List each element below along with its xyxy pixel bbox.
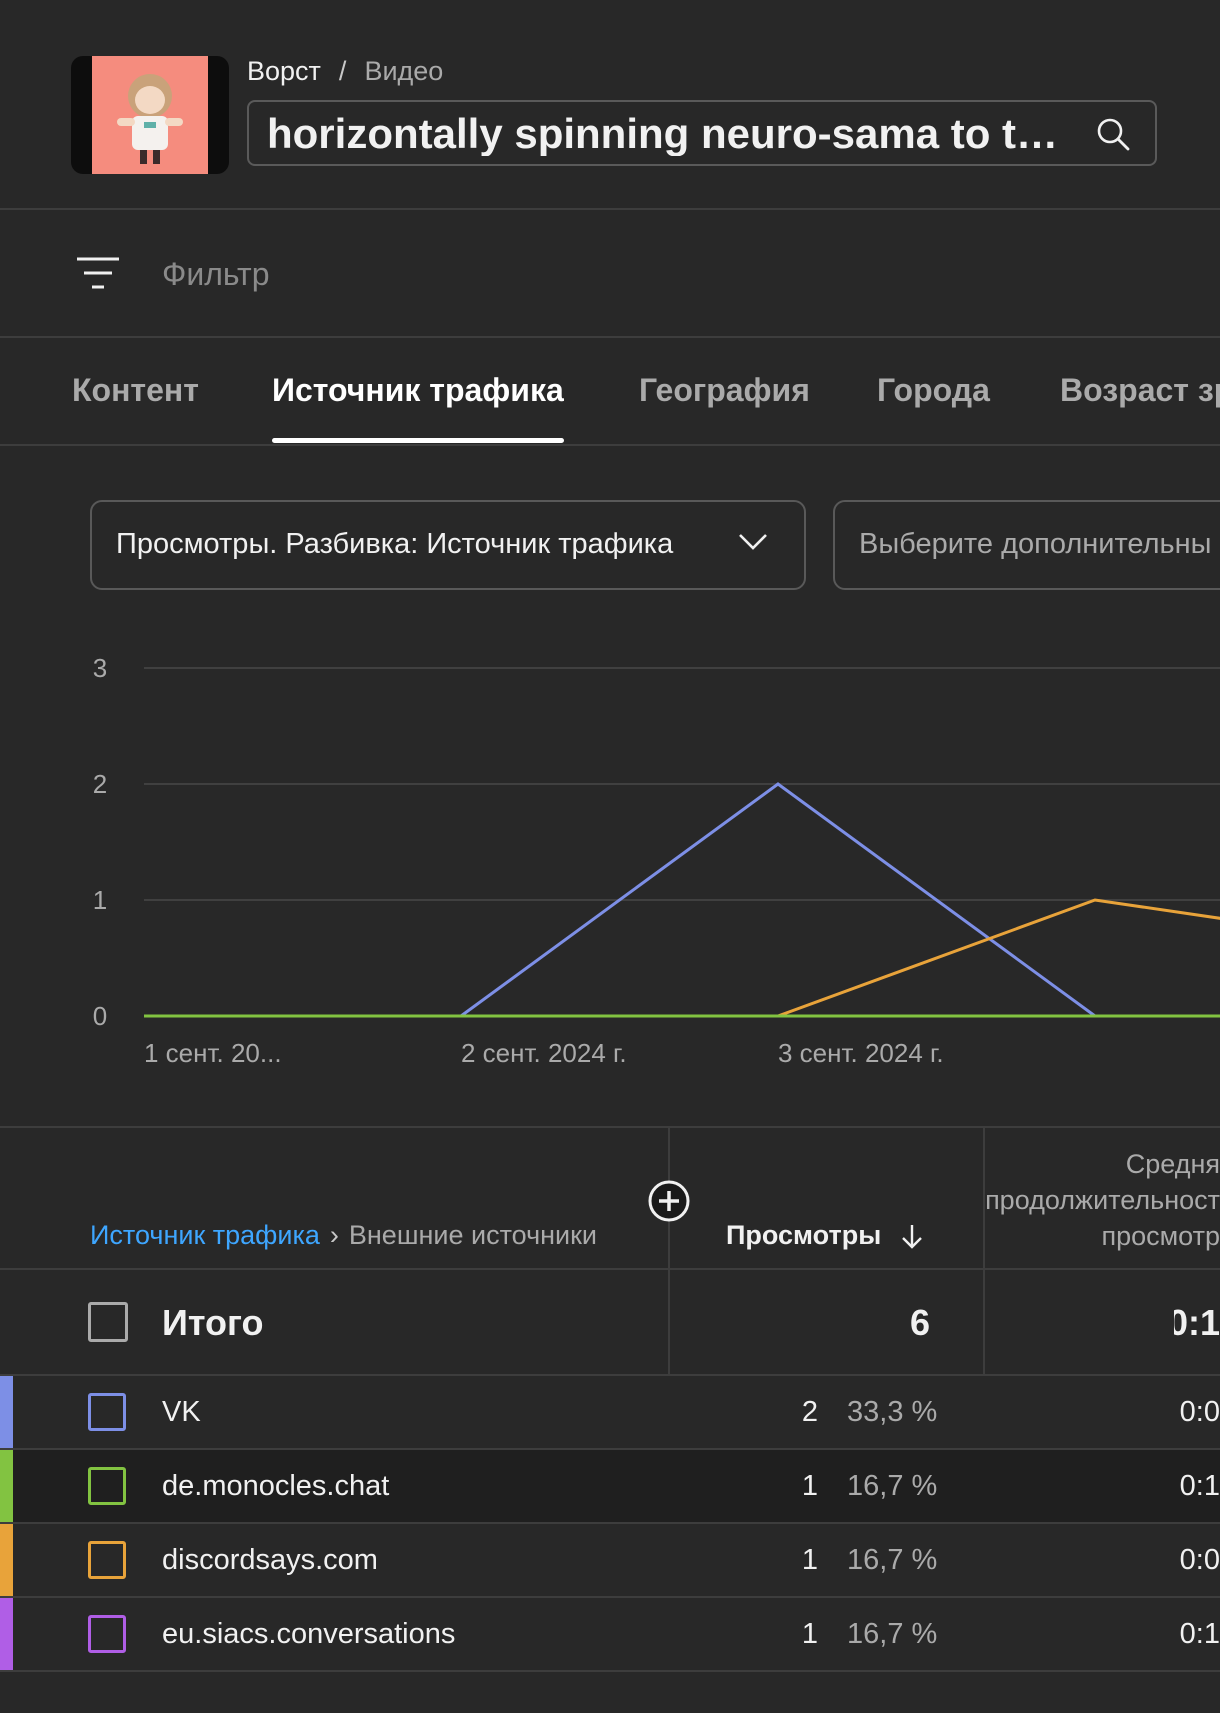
row-checkbox[interactable] xyxy=(88,1615,126,1653)
row-avg-duration: 0:0 xyxy=(1180,1544,1220,1576)
traffic-chart: 0 1 2 3 1 сент. 20... 2 сент. 2024 г. 3 сент. … xyxy=(93,653,1220,1068)
row-source-name: de.monocles.chat xyxy=(162,1470,390,1502)
header-divider xyxy=(0,208,1220,210)
thumbnail-art xyxy=(92,56,208,174)
tab-traffic-source[interactable]: Источник трафика xyxy=(272,372,564,409)
metric-dropdown[interactable]: Просмотры. Разбивка: Источник трафика xyxy=(90,500,806,590)
row-views: 1 xyxy=(801,1470,818,1502)
row-checkbox[interactable] xyxy=(88,1541,126,1579)
total-checkbox[interactable] xyxy=(88,1302,128,1342)
y-tick-label: 2 xyxy=(93,769,107,799)
breadcrumb-current: Видео xyxy=(364,56,444,86)
filter-icon[interactable] xyxy=(76,256,120,290)
header-row-divider xyxy=(0,1268,1220,1270)
row-source-name: VK xyxy=(162,1396,201,1428)
extra-metric-dropdown[interactable]: Выберите дополнительны xyxy=(833,500,1220,590)
views-column-header[interactable]: Просмотры xyxy=(726,1220,881,1251)
x-tick-label: 3 сент. 2024 г. xyxy=(778,1038,944,1068)
avg-header-line2: продолжительност xyxy=(985,1185,1220,1215)
row-checkbox[interactable] xyxy=(88,1467,126,1505)
row-views: 1 xyxy=(801,1618,818,1650)
table-row[interactable]: discordsays.com 1 16,7 % 0:0 xyxy=(0,1524,1220,1596)
series-color-stripe xyxy=(0,1376,13,1448)
x-tick-label: 2 сент. 2024 г. xyxy=(461,1038,627,1068)
total-avg-duration: 0:1 xyxy=(1174,1302,1220,1343)
series-line-1 xyxy=(144,898,1220,1018)
row-checkbox[interactable] xyxy=(88,1393,126,1431)
active-tab-indicator xyxy=(272,438,564,443)
video-title: horizontally spinning neuro-sama to th..… xyxy=(267,112,1067,156)
row-avg-duration: 0:1 xyxy=(1180,1618,1220,1650)
series-color-stripe xyxy=(0,1524,13,1596)
total-views: 6 xyxy=(909,1302,930,1343)
table-row[interactable]: de.monocles.chat 1 16,7 % 0:1 xyxy=(0,1450,1220,1522)
row-views: 2 xyxy=(801,1396,818,1428)
chevron-down-icon xyxy=(739,534,767,550)
row-avg-duration: 0:0 xyxy=(1180,1396,1220,1428)
tab-age[interactable]: Возраст зр xyxy=(1060,372,1220,409)
series-color-stripe xyxy=(0,1598,13,1670)
row-source-name: eu.siacs.conversations xyxy=(162,1618,456,1650)
row-views: 1 xyxy=(801,1544,818,1576)
table-row[interactable]: VK 2 33,3 % 0:0 xyxy=(0,1376,1220,1448)
table-top-divider xyxy=(0,1126,1220,1128)
table-crumb-current: Внешние источники xyxy=(348,1220,598,1250)
tab-geography[interactable]: География xyxy=(639,372,810,409)
sort-down-icon[interactable] xyxy=(898,1222,926,1250)
row-avg-duration: 0:1 xyxy=(1180,1470,1220,1502)
tab-content[interactable]: Контент xyxy=(72,372,199,409)
filter-input[interactable]: Фильтр xyxy=(162,256,270,293)
add-column-icon[interactable] xyxy=(648,1180,690,1222)
x-tick-label: 1 сент. 20... xyxy=(144,1038,282,1068)
tabs-divider xyxy=(0,444,1220,446)
row-percent: 16,7 % xyxy=(847,1618,938,1650)
series-color-stripe xyxy=(0,1450,13,1522)
y-tick-label: 1 xyxy=(93,885,107,915)
tab-cities[interactable]: Города xyxy=(877,372,990,409)
breadcrumb-channel[interactable]: Ворст xyxy=(247,56,321,86)
extra-metric-placeholder: Выберите дополнительны xyxy=(859,528,1212,560)
avg-duration-column-header[interactable]: Средня продолжительност просмотр xyxy=(982,1146,1220,1254)
avg-header-line3: просмотр xyxy=(1101,1221,1220,1251)
avg-header-line1: Средня xyxy=(1125,1149,1220,1179)
table-row[interactable]: eu.siacs.conversations 1 16,7 % 0:1 xyxy=(0,1598,1220,1670)
filter-divider xyxy=(0,336,1220,338)
y-tick-label: 0 xyxy=(93,1001,107,1031)
table-crumb-link[interactable]: Источник трафика xyxy=(90,1220,320,1250)
total-label: Итого xyxy=(162,1302,264,1343)
row-source-name: discordsays.com xyxy=(162,1544,378,1576)
table-breadcrumb: Источник трафика › Внешние источники xyxy=(90,1220,597,1251)
chevron-right-icon: › xyxy=(329,1220,339,1250)
search-icon[interactable] xyxy=(1095,116,1131,152)
video-selector[interactable]: horizontally spinning neuro-sama to th..… xyxy=(247,100,1157,166)
breadcrumb-separator: / xyxy=(338,56,347,86)
row-divider xyxy=(0,1670,1220,1672)
metric-dropdown-label: Просмотры. Разбивка: Источник трафика xyxy=(116,528,674,560)
breadcrumb: Ворст / Видео xyxy=(247,56,443,87)
row-percent: 16,7 % xyxy=(847,1544,938,1576)
y-tick-label: 3 xyxy=(93,653,107,683)
row-percent: 33,3 % xyxy=(847,1396,938,1428)
video-thumbnail[interactable] xyxy=(71,56,229,174)
row-percent: 16,7 % xyxy=(847,1470,938,1502)
